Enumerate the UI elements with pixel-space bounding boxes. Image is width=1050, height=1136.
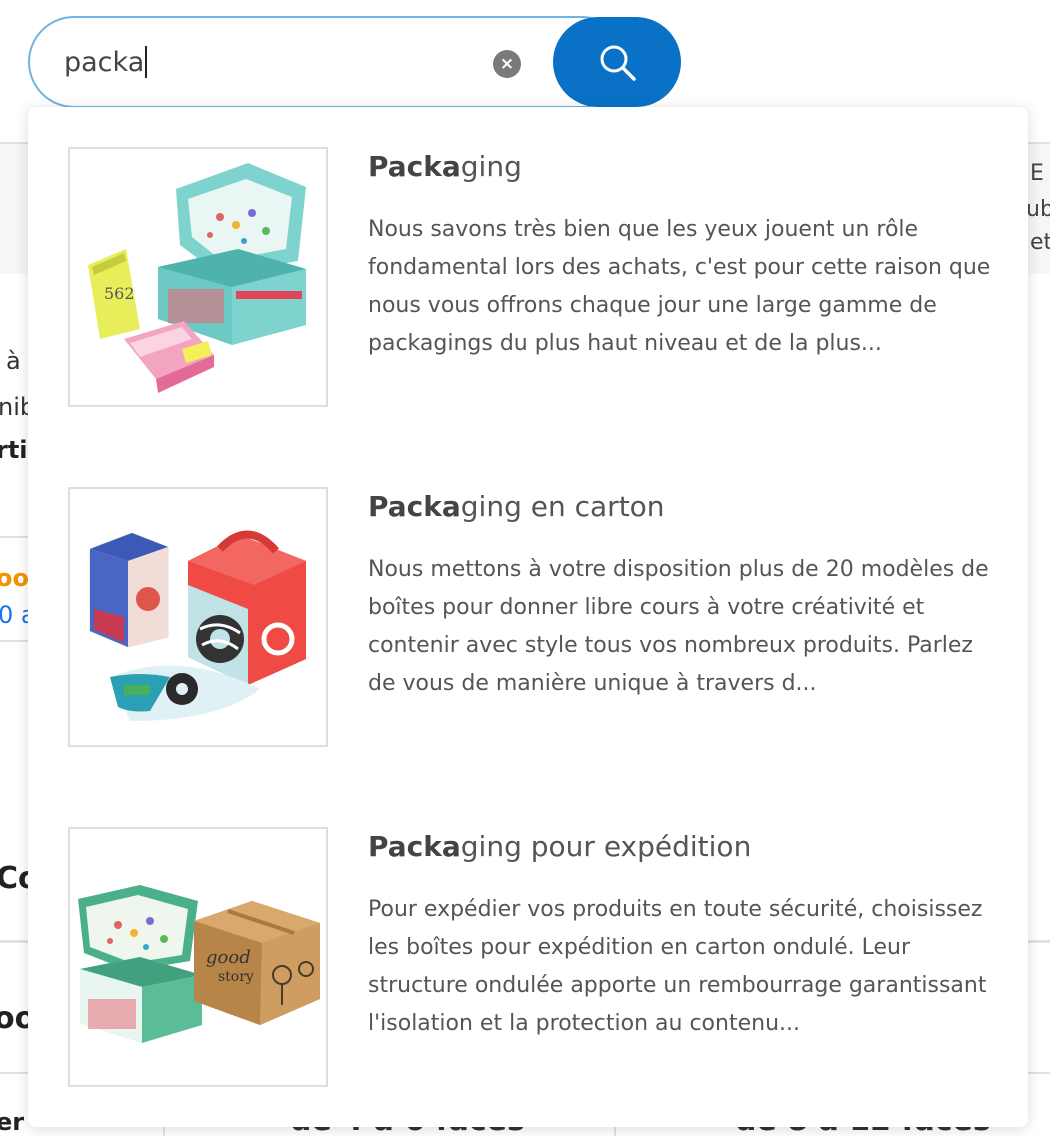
background-divider: [0, 640, 30, 642]
background-text: E: [1030, 161, 1044, 186]
background-text: et: [1030, 230, 1050, 255]
svg-text:562: 562: [104, 284, 135, 303]
result-description: Pour expédier vos produits en toute sécu…: [368, 897, 987, 1036]
result-title-rest: ging: [460, 150, 522, 183]
search-bar: packa ×: [28, 16, 682, 108]
background-text: ub: [1026, 197, 1050, 222]
result-title[interactable]: Packaging pour expédition: [368, 829, 751, 865]
result-title-match: Packa: [368, 490, 461, 523]
text-caret: [145, 45, 148, 78]
result-title[interactable]: Packaging: [368, 149, 522, 185]
svg-text:good: good: [206, 947, 251, 968]
packaging-boxes-image: 562: [88, 163, 306, 393]
result-title-rest: ging pour expédition: [460, 830, 752, 863]
result-thumbnail: good story: [68, 827, 328, 1087]
search-result-item[interactable]: good story Packaging pour expédition Pou…: [28, 787, 1028, 1087]
background-divider: [0, 536, 30, 538]
search-result-item[interactable]: Packaging en carton Nous mettons à votre…: [28, 447, 1028, 747]
search-input[interactable]: packa ×: [28, 16, 628, 108]
search-query-wrapper: packa: [64, 45, 148, 80]
result-title-match: Packa: [368, 830, 461, 863]
result-thumbnail: 562: [68, 147, 328, 407]
clear-search-button[interactable]: ×: [493, 50, 521, 78]
result-description: Nous savons très bien que les yeux jouen…: [368, 217, 991, 356]
background-text: oo: [0, 564, 29, 592]
search-icon: [600, 45, 636, 81]
search-suggestions-dropdown: 562 Packaging Nous savons très bien que …: [28, 107, 1028, 1127]
svg-text:story: story: [218, 969, 254, 985]
search-result-item[interactable]: 562 Packaging Nous savons très bien que …: [28, 107, 1028, 407]
result-title-rest: ging en carton: [460, 490, 665, 523]
result-description: Nous mettons à votre disposition plus de…: [368, 557, 989, 696]
search-query: packa: [64, 47, 145, 78]
carton-boxes-image: [89, 530, 306, 721]
result-title[interactable]: Packaging en carton: [368, 489, 665, 525]
result-title-match: Packa: [368, 150, 461, 183]
background-text: à: [6, 347, 21, 375]
background-text: er: [0, 1108, 25, 1136]
shipping-boxes-image: good story: [78, 885, 320, 1043]
result-thumbnail: [68, 487, 328, 747]
search-button[interactable]: [553, 17, 681, 107]
background-text: rti: [0, 436, 28, 464]
